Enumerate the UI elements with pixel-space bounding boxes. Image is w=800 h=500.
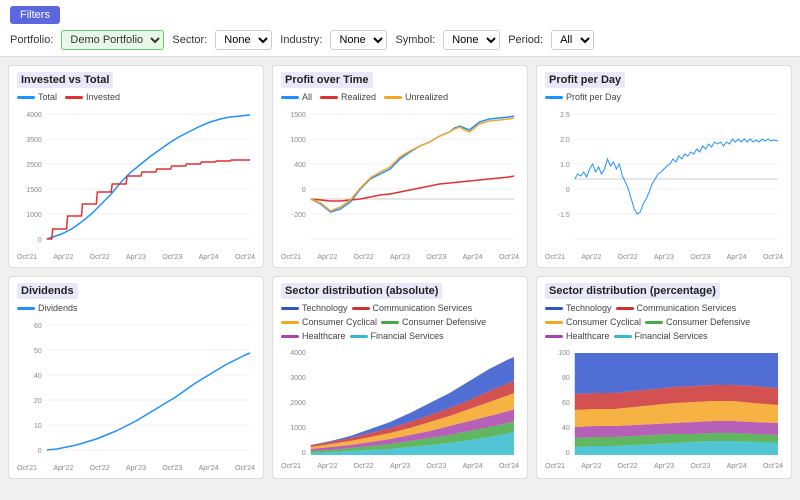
sector-pct-card: Sector distribution (percentage) Technol… [536, 276, 792, 479]
svg-text:20: 20 [34, 398, 42, 405]
chart-invested: 4000 3500 2500 1500 1000 0 [17, 104, 255, 254]
chart-dividends: 60 50 40 20 10 0 [17, 315, 255, 465]
invested-vs-total-card: Invested vs Total Total Invested 4000 35… [8, 65, 264, 268]
chart-title-sec-pct: Sector distribution (percentage) [545, 283, 720, 299]
filter-row: Portfolio: Demo Portfolio Sector: None I… [10, 30, 790, 50]
industry-label: Industry: [280, 34, 322, 46]
svg-text:0: 0 [566, 187, 570, 194]
legend-sec-abs: Technology Communication Services Consum… [281, 303, 519, 341]
legend-fin-pct: Financial Services [614, 331, 708, 341]
legend-unrealized: Unrealized [384, 92, 448, 102]
svg-text:60: 60 [562, 400, 570, 407]
sector-label: Sector: [172, 34, 207, 46]
svg-text:80: 80 [562, 375, 570, 382]
svg-text:2.5: 2.5 [560, 112, 570, 119]
charts-grid: Invested vs Total Total Invested 4000 35… [0, 57, 800, 487]
svg-text:400: 400 [294, 162, 306, 169]
x-labels-invested: Oct'21Apr'22Oct'22Apr'23Oct'23Apr'24Oct'… [17, 254, 255, 261]
legend-fin: Financial Services [350, 331, 444, 341]
legend-comm-pct: Communication Services [616, 303, 737, 313]
period-label: Period: [508, 34, 543, 46]
chart-profit: 1500 1000 400 0 -200 [281, 104, 519, 254]
svg-text:1000: 1000 [26, 212, 42, 219]
svg-text:3000: 3000 [290, 375, 306, 382]
sector-abs-card: Sector distribution (absolute) Technolog… [272, 276, 528, 479]
svg-text:1500: 1500 [290, 112, 306, 119]
svg-text:0: 0 [38, 448, 42, 455]
legend-tech-pct: Technology [545, 303, 612, 313]
legend-invested: Invested [65, 92, 120, 102]
legend-div-item: Dividends [17, 303, 78, 313]
top-bar: Filters Portfolio: Demo Portfolio Sector… [0, 0, 800, 57]
legend-div: Dividends [17, 303, 255, 313]
portfolio-select[interactable]: Demo Portfolio [61, 30, 164, 50]
portfolio-label: Portfolio: [10, 34, 53, 46]
industry-select[interactable]: None [330, 30, 387, 50]
legend-all: All [281, 92, 312, 102]
chart-title-sec-abs: Sector distribution (absolute) [281, 283, 442, 299]
svg-text:1500: 1500 [26, 187, 42, 194]
sector-select[interactable]: None [215, 30, 272, 50]
svg-text:50: 50 [34, 348, 42, 355]
x-labels-profit: Oct'21Apr'22Oct'22Apr'23Oct'23Apr'24Oct'… [281, 254, 519, 261]
x-labels-sec-abs: Oct'21Apr'22Oct'22Apr'23Oct'23Apr'24Oct'… [281, 463, 519, 470]
svg-text:60: 60 [34, 323, 42, 330]
legend-invested: Total Invested [17, 92, 255, 102]
chart-title-div: Dividends [17, 283, 78, 299]
legend-total: Total [17, 92, 57, 102]
legend-cyc: Consumer Cyclical [281, 317, 377, 327]
dividends-card: Dividends Dividends 60 50 40 20 10 0 [8, 276, 264, 479]
legend-health: Healthcare [281, 331, 346, 341]
svg-text:2500: 2500 [26, 162, 42, 169]
legend-ppd: Profit per Day [545, 92, 783, 102]
svg-text:1000: 1000 [290, 425, 306, 432]
legend-cyc-pct: Consumer Cyclical [545, 317, 641, 327]
svg-text:-1.5: -1.5 [558, 212, 570, 219]
chart-title-profit: Profit over Time [281, 72, 373, 88]
chart-title-ppd: Profit per Day [545, 72, 625, 88]
symbol-label: Symbol: [395, 34, 435, 46]
svg-text:1000: 1000 [290, 137, 306, 144]
legend-ppd-item: Profit per Day [545, 92, 621, 102]
svg-text:3500: 3500 [26, 137, 42, 144]
chart-sec-pct: 100 80 60 40 0 [545, 343, 783, 463]
profit-over-time-card: Profit over Time All Realized Unrealized [272, 65, 528, 268]
legend-def-pct: Consumer Defensive [645, 317, 750, 327]
svg-text:0: 0 [38, 237, 42, 244]
legend-profit: All Realized Unrealized [281, 92, 519, 102]
x-labels-ppd: Oct'21Apr'22Oct'22Apr'23Oct'23Apr'24Oct'… [545, 254, 783, 261]
filters-button[interactable]: Filters [10, 6, 60, 24]
svg-text:4000: 4000 [290, 350, 306, 357]
chart-ppd: 2.5 2.0 1.0 0 -1.5 [545, 104, 783, 254]
period-select[interactable]: All [551, 30, 594, 50]
chart-title-invested: Invested vs Total [17, 72, 113, 88]
legend-sec-pct: Technology Communication Services Consum… [545, 303, 783, 341]
svg-text:40: 40 [34, 373, 42, 380]
svg-text:0: 0 [302, 450, 306, 457]
svg-text:2.0: 2.0 [560, 137, 570, 144]
svg-text:0: 0 [566, 450, 570, 457]
legend-tech: Technology [281, 303, 348, 313]
chart-sec-abs: 4000 3000 2000 1000 0 [281, 343, 519, 463]
legend-def: Consumer Defensive [381, 317, 486, 327]
profit-per-day-card: Profit per Day Profit per Day 2.5 2.0 1.… [536, 65, 792, 268]
svg-text:10: 10 [34, 423, 42, 430]
x-labels-sec-pct: Oct'21Apr'22Oct'22Apr'23Oct'23Apr'24Oct'… [545, 463, 783, 470]
x-labels-div: Oct'21Apr'22Oct'22Apr'23Oct'23Apr'24Oct'… [17, 465, 255, 472]
svg-text:4000: 4000 [26, 112, 42, 119]
svg-text:40: 40 [562, 425, 570, 432]
svg-text:2000: 2000 [290, 400, 306, 407]
legend-comm: Communication Services [352, 303, 473, 313]
legend-realized: Realized [320, 92, 376, 102]
svg-text:-200: -200 [292, 212, 306, 219]
svg-text:0: 0 [302, 187, 306, 194]
legend-health-pct: Healthcare [545, 331, 610, 341]
svg-text:1.0: 1.0 [560, 162, 570, 169]
svg-text:100: 100 [558, 350, 570, 357]
symbol-select[interactable]: None [443, 30, 500, 50]
